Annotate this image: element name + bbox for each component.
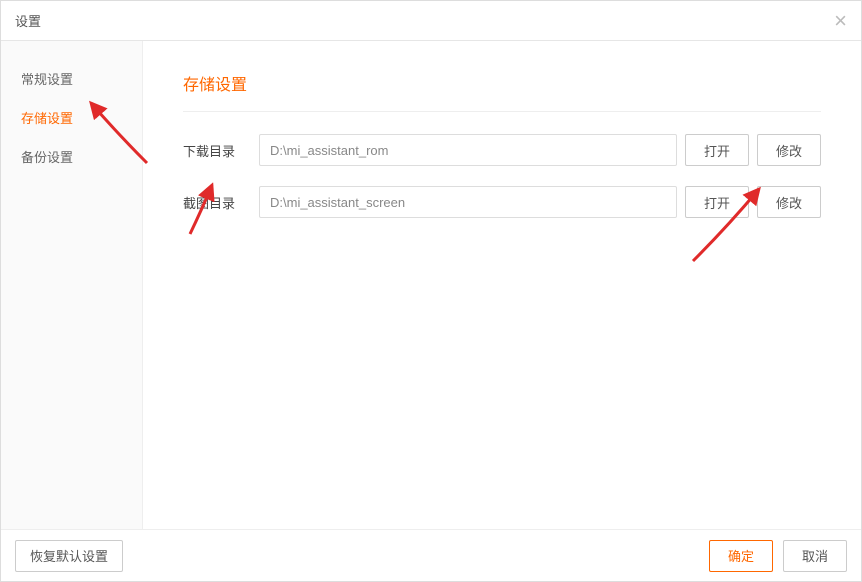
sidebar-item-general[interactable]: 常规设置 [1, 59, 142, 98]
row-screenshot-dir: 截图目录 打开 修改 [183, 186, 821, 218]
section-title: 存储设置 [183, 71, 821, 112]
close-icon[interactable]: × [834, 10, 847, 32]
screenshot-dir-input[interactable] [259, 186, 677, 218]
content-panel: 存储设置 下载目录 打开 修改 截图目录 打开 修改 [143, 41, 861, 529]
reset-defaults-button[interactable]: 恢复默认设置 [15, 540, 123, 572]
sidebar-item-label: 备份设置 [21, 150, 73, 165]
sidebar-item-backup[interactable]: 备份设置 [1, 137, 142, 176]
dialog-footer: 恢复默认设置 确定 取消 [1, 529, 861, 581]
dialog-body: 常规设置 存储设置 备份设置 存储设置 下载目录 打开 修改 截图目录 打开 修… [1, 41, 861, 529]
sidebar: 常规设置 存储设置 备份设置 [1, 41, 143, 529]
cancel-button[interactable]: 取消 [783, 540, 847, 572]
sidebar-item-label: 存储设置 [21, 111, 73, 126]
sidebar-item-storage[interactable]: 存储设置 [1, 98, 142, 137]
row-download-dir: 下载目录 打开 修改 [183, 134, 821, 166]
download-open-button[interactable]: 打开 [685, 134, 749, 166]
dialog-title: 设置 [15, 11, 41, 30]
screenshot-modify-button[interactable]: 修改 [757, 186, 821, 218]
download-modify-button[interactable]: 修改 [757, 134, 821, 166]
sidebar-item-label: 常规设置 [21, 72, 73, 87]
screenshot-open-button[interactable]: 打开 [685, 186, 749, 218]
footer-actions: 确定 取消 [709, 540, 847, 572]
ok-button[interactable]: 确定 [709, 540, 773, 572]
download-dir-label: 下载目录 [183, 141, 251, 160]
download-dir-input[interactable] [259, 134, 677, 166]
screenshot-dir-label: 截图目录 [183, 193, 251, 212]
titlebar: 设置 × [1, 1, 861, 41]
